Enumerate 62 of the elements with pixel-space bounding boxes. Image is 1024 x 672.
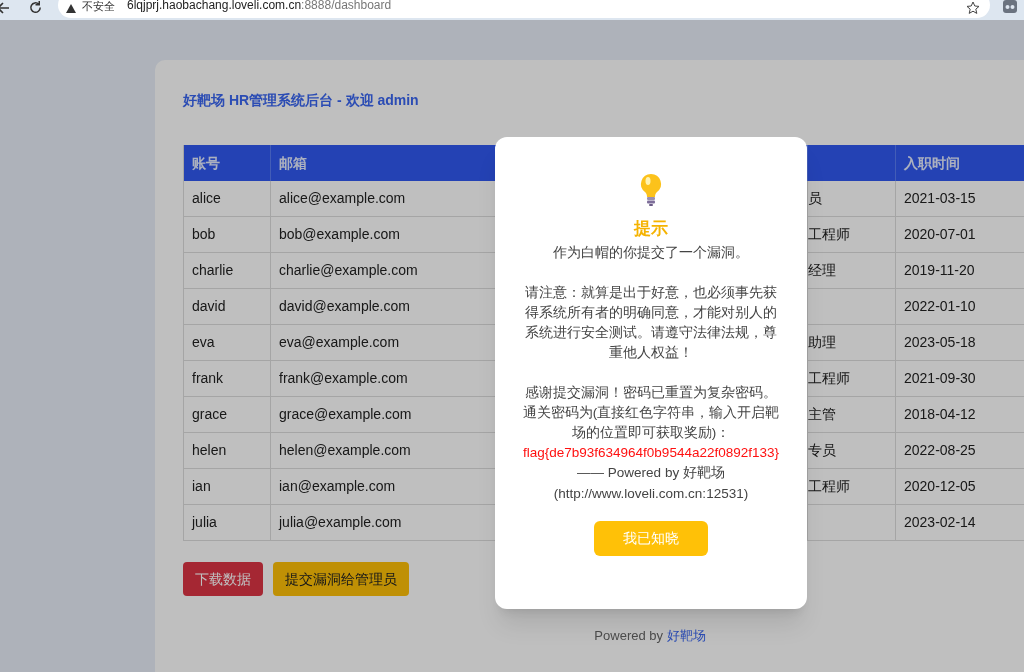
table-cell-text: 2023-05-18	[904, 333, 976, 352]
table-cell-text: 工程师	[808, 477, 850, 496]
table-cell-text: alice@example.com	[279, 189, 406, 208]
address-bar[interactable]: 不安全 6lqjprj.haobachang.loveli.com.cn:8888/dashboard	[58, 0, 990, 18]
table-cell-text: 2020-07-01	[904, 225, 976, 244]
table-cell-text: 2023-02-14	[904, 513, 976, 532]
table-cell-text: 员	[808, 189, 822, 208]
table-cell-text: 经理	[808, 261, 836, 280]
footer-link[interactable]: 好靶场	[666, 628, 706, 643]
table-cell-text: charlie@example.com	[279, 261, 418, 280]
reload-icon[interactable]	[28, 0, 43, 15]
table-cell-text: frank@example.com	[279, 369, 408, 388]
table-cell-text: eva@example.com	[279, 333, 400, 352]
column-header: 账号	[192, 153, 220, 173]
table-cell-text: julia	[192, 513, 217, 532]
table-cell-text: julia@example.com	[279, 513, 402, 532]
table-cell-text: 专员	[808, 441, 836, 460]
back-icon[interactable]	[0, 1, 10, 15]
table-cell-text: grace@example.com	[279, 405, 412, 424]
table-cell-text: david	[192, 297, 226, 316]
table-cell-text: eva	[192, 333, 215, 352]
profile-icon[interactable]	[1002, 0, 1018, 14]
warning-icon	[66, 4, 76, 14]
table-cell-text: 2021-03-15	[904, 189, 976, 208]
table-cell-text: 2018-04-12	[904, 405, 976, 424]
table-cell-text: 工程师	[808, 225, 850, 244]
modal-message: 感谢提交漏洞！密码已重置为复杂密码。通关密码为(直接红色字符串，输入开启靶场的位置即可获取奖励)：	[521, 384, 781, 442]
table-cell-text: grace	[192, 405, 228, 424]
modal-title: 提示	[634, 218, 668, 240]
table-cell-text: david@example.com	[279, 297, 410, 316]
modal-message: 作为白帽的你提交了一个漏洞。	[552, 244, 750, 262]
table-cell-text: helen@example.com	[279, 441, 411, 460]
flag-text: flag{de7b93f634964f0b9544a22f0892f133}	[523, 444, 779, 462]
table-cell-text: 主管	[808, 405, 836, 424]
table-cell-text: 助理	[808, 333, 836, 352]
page-title: 好靶场 HR管理系统后台 - 欢迎 admin	[183, 91, 420, 110]
table-cell-text: alice	[192, 189, 221, 208]
lightbulb-icon	[639, 173, 663, 207]
column-header: 邮箱	[279, 153, 307, 173]
table-cell-text: ian	[192, 477, 211, 496]
url-text: (http://www.loveli.com.cn:12531)	[553, 485, 749, 503]
table-cell-text: ian@example.com	[279, 477, 396, 496]
url-text: 6lqjprj.haobachang.loveli.com.cn:8888/dashboard	[127, 0, 392, 14]
table-cell-text: 2021-09-30	[904, 369, 976, 388]
table-cell-text: charlie	[192, 261, 234, 280]
table-cell-text: bob	[192, 225, 216, 244]
modal-message: 请注意：就算是出于好意，也必须事先获得系统所有者的明确同意，才能对别人的系统进行安全测试。请遵守法律法规，尊重他人权益！	[524, 284, 778, 362]
column-header: 入职时间	[904, 153, 960, 173]
signature-text: —— Powered by 好靶场	[577, 464, 725, 482]
submit-button[interactable]: 提交漏洞给管理员	[273, 562, 409, 596]
table-cell-text: 2022-08-25	[904, 441, 976, 460]
star-icon[interactable]	[966, 1, 980, 15]
table-cell-text: frank	[192, 369, 224, 388]
table-cell-text: 工程师	[808, 369, 850, 388]
table-cell-text: 2019-11-20	[904, 261, 975, 280]
table-cell-text: 2022-01-10	[904, 297, 976, 316]
security-label: 不安全	[82, 0, 115, 14]
table-cell-text: 2020-12-05	[904, 477, 976, 496]
download-button[interactable]: 下载数据	[183, 562, 263, 596]
footer-text: Powered by 好靶场	[594, 627, 706, 645]
table-cell-text: helen	[192, 441, 227, 460]
table-cell-text: bob@example.com	[279, 225, 400, 244]
